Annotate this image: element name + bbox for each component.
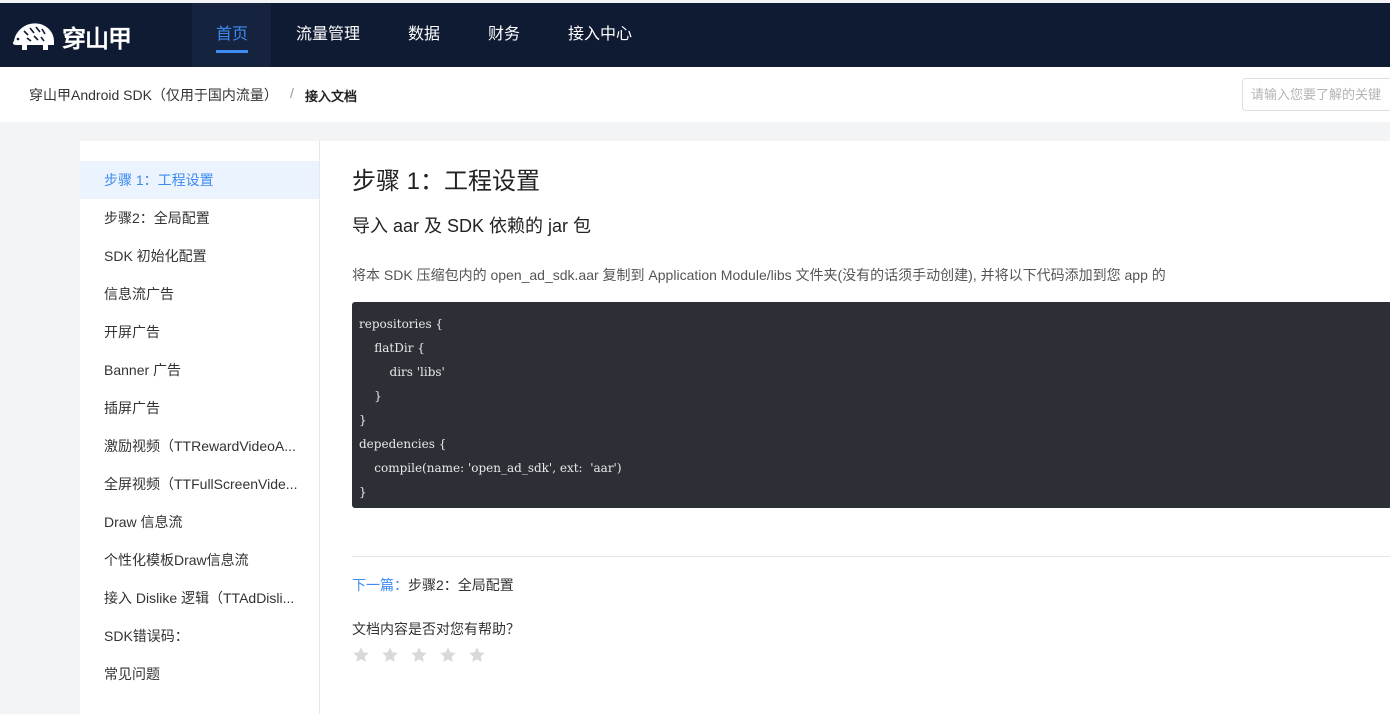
sidebar-item-sdk-init[interactable]: SDK 初始化配置 bbox=[80, 237, 319, 275]
sidebar-item-fullscreen-video[interactable]: 全屏视频（TTFullScreenVide... bbox=[80, 465, 319, 503]
code-line: repositories { bbox=[359, 317, 444, 331]
instruction-paragraph: 将本 SDK 压缩包内的 open_ad_sdk.aar 复制到 Applica… bbox=[352, 267, 1166, 283]
page-title: 步骤 1：工程设置 bbox=[352, 168, 541, 195]
next-article-link[interactable]: 步骤2：全局配置 bbox=[408, 577, 514, 593]
code-line: flatDir { bbox=[359, 341, 425, 355]
pangolin-logo-icon bbox=[12, 23, 55, 50]
code-line: } bbox=[359, 389, 382, 403]
doc-content: 步骤 1：工程设置 导入 aar 及 SDK 依赖的 jar 包 将本 SDK … bbox=[320, 141, 1390, 714]
doc-sidebar: 步骤 1：工程设置 步骤2：全局配置 SDK 初始化配置 信息流广告 开屏广告 … bbox=[80, 141, 320, 714]
code-line: depedencies { bbox=[359, 437, 447, 451]
sidebar-item-interstitial-ads[interactable]: 插屏广告 bbox=[80, 389, 319, 427]
sidebar-item-banner-ads[interactable]: Banner 广告 bbox=[80, 351, 319, 389]
nav-item-data[interactable]: 数据 bbox=[408, 3, 440, 67]
nav-item-finance[interactable]: 财务 bbox=[488, 3, 520, 67]
breadcrumb-parent[interactable]: 穿山甲Android SDK（仅用于国内流量） bbox=[29, 85, 278, 105]
sidebar-item-splash-ads[interactable]: 开屏广告 bbox=[80, 313, 319, 351]
star-icon[interactable] bbox=[381, 646, 399, 664]
content-divider bbox=[352, 556, 1390, 557]
nav-active-underline bbox=[216, 50, 248, 53]
breadcrumb-bar: 穿山甲Android SDK（仅用于国内流量） / 接入文档 bbox=[0, 67, 1390, 122]
breadcrumb-current: 接入文档 bbox=[305, 89, 358, 104]
brand-name: 穿山甲 bbox=[62, 24, 132, 53]
top-nav-bar: 穿山甲 首页 流量管理 数据 财务 接入中心 bbox=[0, 3, 1390, 67]
sidebar-item-draw-feed[interactable]: Draw 信息流 bbox=[80, 503, 319, 541]
code-line: compile(name: 'open_ad_sdk', ext: 'aar') bbox=[359, 461, 622, 475]
nav-item-traffic-management[interactable]: 流量管理 bbox=[296, 3, 360, 67]
code-block: repositories { flatDir { dirs 'libs' } }… bbox=[352, 302, 1390, 508]
feedback-question: 文档内容是否对您有帮助？ bbox=[352, 621, 520, 637]
sidebar-item-faq[interactable]: 常见问题 bbox=[80, 655, 319, 693]
sidebar-item-global-config[interactable]: 步骤2：全局配置 bbox=[80, 199, 319, 237]
breadcrumb-separator: / bbox=[290, 85, 294, 101]
star-icon[interactable] bbox=[410, 646, 428, 664]
search-input[interactable] bbox=[1242, 78, 1390, 111]
star-icon[interactable] bbox=[352, 646, 370, 664]
sidebar-item-project-setup[interactable]: 步骤 1：工程设置 bbox=[80, 161, 319, 199]
sidebar-item-dislike-logic[interactable]: 接入 Dislike 逻辑（TTAdDisli... bbox=[80, 579, 319, 617]
next-article: 下一篇：步骤2：全局配置 bbox=[352, 575, 514, 595]
section-subtitle: 导入 aar 及 SDK 依赖的 jar 包 bbox=[352, 216, 592, 236]
nav-item-home[interactable]: 首页 bbox=[216, 3, 248, 67]
code-line: } bbox=[359, 413, 367, 427]
star-icon[interactable] bbox=[439, 646, 457, 664]
code-line: } bbox=[359, 485, 367, 499]
sidebar-item-reward-video[interactable]: 激励视频（TTRewardVideoA... bbox=[80, 427, 319, 465]
sidebar-item-error-codes[interactable]: SDK错误码： bbox=[80, 617, 319, 655]
brand-logo[interactable]: 穿山甲 bbox=[10, 16, 132, 56]
rating-stars bbox=[352, 646, 497, 664]
next-article-label[interactable]: 下一篇： bbox=[352, 577, 408, 593]
sidebar-item-feed-ads[interactable]: 信息流广告 bbox=[80, 275, 319, 313]
star-icon[interactable] bbox=[468, 646, 486, 664]
nav-item-integration-center[interactable]: 接入中心 bbox=[568, 3, 632, 67]
code-line: dirs 'libs' bbox=[359, 365, 445, 379]
sidebar-item-template-draw-feed[interactable]: 个性化模板Draw信息流 bbox=[80, 541, 319, 579]
